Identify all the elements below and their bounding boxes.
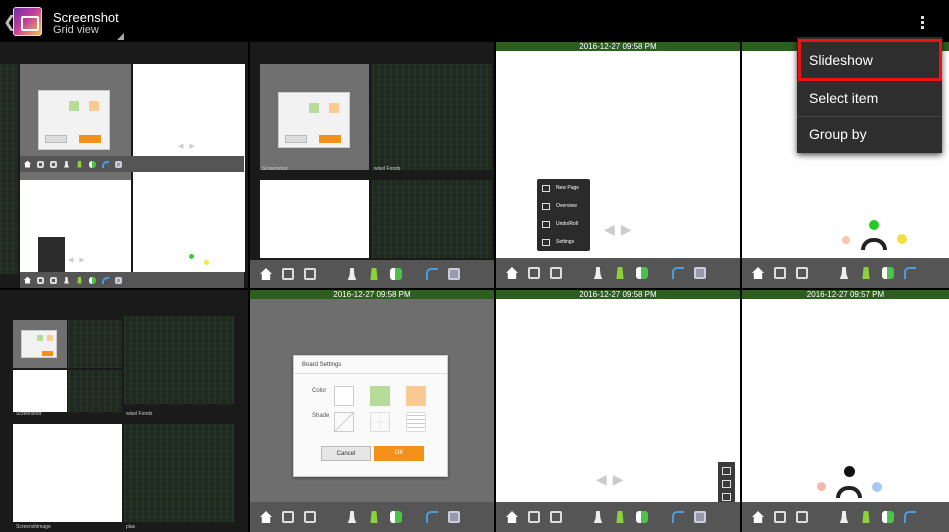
- view-mode-dropdown-icon[interactable]: [117, 33, 124, 40]
- thumbnail-timestamp: 2016-12-27 09:58 PM: [496, 290, 740, 299]
- thumbnail-3[interactable]: 2016-12-27 09:58 PM New Page Overview Un…: [496, 42, 740, 288]
- mini-toolbar: [20, 156, 244, 172]
- shade-swatch-plain[interactable]: [334, 412, 354, 432]
- dialog-title: Board Settings: [302, 362, 342, 368]
- page-menu-item: New Page: [556, 185, 580, 191]
- folder-label: plas: [126, 524, 136, 530]
- color-swatch-white[interactable]: [334, 386, 354, 406]
- shade-label: Shade: [312, 413, 330, 419]
- side-tools: [718, 462, 735, 504]
- board-toolbar: [496, 258, 740, 288]
- board-toolbar: [496, 502, 740, 532]
- color-label: Color: [312, 388, 327, 394]
- menu-item-group-by[interactable]: Group by: [797, 116, 942, 152]
- gallery-app-icon[interactable]: [13, 7, 42, 36]
- thumbnail-2[interactable]: Screenshot wisel Fonds: [250, 42, 494, 288]
- thumbnail-5[interactable]: Screenshot wisel Fonds Screenshimage pla…: [0, 290, 248, 532]
- ok-button[interactable]: OK: [374, 446, 424, 461]
- overflow-menu-icon[interactable]: [921, 16, 925, 30]
- cancel-button[interactable]: Cancel: [321, 446, 371, 461]
- folder-label: Screenshimage: [16, 524, 51, 530]
- page-menu-popup: New Page Overview Undo/Roll Settings: [537, 179, 590, 251]
- thumbnail-7[interactable]: 2016-12-27 09:58 PM ◀▶: [496, 290, 740, 532]
- page-menu-item: Undo/Roll: [556, 221, 578, 227]
- color-swatch-orange[interactable]: [406, 386, 426, 406]
- slideshow-highlight: [798, 39, 942, 81]
- folder-label: wisel Fonds: [126, 411, 153, 417]
- shade-swatch-grid[interactable]: [370, 412, 390, 432]
- board-toolbar: [250, 502, 494, 532]
- menu-item-select-item[interactable]: Select item: [797, 80, 942, 116]
- folder-label: Screenshot: [262, 166, 288, 172]
- board-settings-dialog: Board Settings Color Shade Cancel OK: [293, 355, 448, 477]
- view-mode-label[interactable]: Grid view: [53, 24, 99, 36]
- thumbnail-8[interactable]: 2016-12-27 09:57 PM: [742, 290, 949, 532]
- board-toolbar: [742, 258, 949, 288]
- thumbnail-1[interactable]: ◀▶ ◀▶: [0, 42, 248, 288]
- folder-label: wisel Fonds: [374, 166, 401, 172]
- thumbnail-timestamp: 2016-12-27 09:58 PM: [250, 290, 494, 299]
- shade-swatch-lines[interactable]: [406, 412, 426, 432]
- thumbnail-timestamp: 2016-12-27 09:57 PM: [742, 290, 949, 299]
- board-toolbar: [742, 502, 949, 532]
- album-title: Screenshot: [53, 10, 119, 25]
- folder-label: Screenshot: [16, 411, 42, 417]
- mini-toolbar: [20, 272, 244, 288]
- board-toolbar: [250, 260, 494, 288]
- color-swatch-green[interactable]: [370, 386, 390, 406]
- page-menu-item: Overview: [556, 203, 577, 209]
- page-menu-item: Settings: [556, 239, 575, 245]
- thumbnail-timestamp: 2016-12-27 09:58 PM: [496, 42, 740, 51]
- action-bar: ❮ Screenshot Grid view: [0, 0, 949, 42]
